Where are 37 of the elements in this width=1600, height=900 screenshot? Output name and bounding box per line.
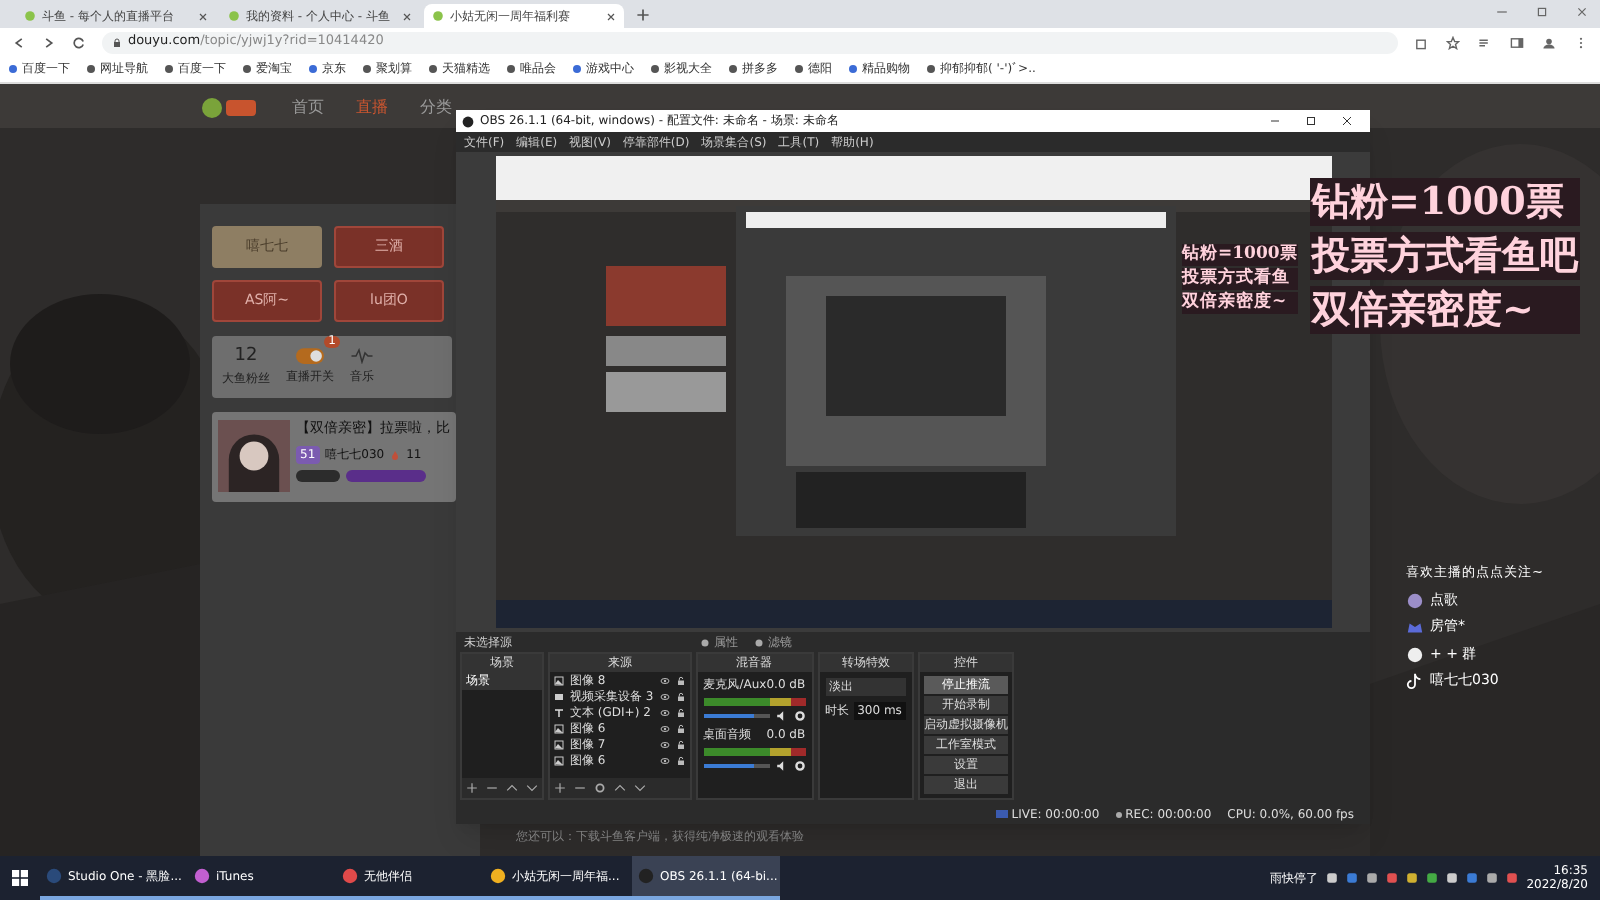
new-tab-icon[interactable]	[636, 8, 650, 22]
start-icon[interactable]	[12, 870, 28, 886]
globe-icon	[86, 64, 96, 74]
globe-icon	[572, 64, 582, 74]
profile-icon[interactable]	[1542, 35, 1557, 49]
close-icon[interactable]	[198, 11, 208, 21]
star-icon[interactable]	[1446, 35, 1461, 49]
side-panel-icon[interactable]	[1510, 35, 1525, 49]
globe-icon	[794, 64, 804, 74]
globe-icon	[926, 64, 936, 74]
globe-icon	[728, 64, 738, 74]
app-icon	[194, 868, 210, 884]
site-favicon-icon	[432, 10, 444, 22]
close-icon[interactable]	[606, 11, 616, 21]
globe-icon	[242, 64, 252, 74]
site-favicon-icon	[24, 10, 36, 22]
reload-icon[interactable]	[71, 35, 86, 49]
app-icon	[342, 868, 358, 884]
globe-icon	[8, 64, 18, 74]
lock-icon	[111, 37, 122, 47]
app-icon	[490, 868, 506, 884]
back-icon[interactable]	[12, 35, 26, 49]
globe-icon	[650, 64, 660, 74]
forward-icon[interactable]	[41, 35, 56, 49]
reading-list-icon[interactable]	[1478, 35, 1493, 49]
globe-icon	[362, 64, 372, 74]
share-icon[interactable]	[1414, 35, 1429, 49]
globe-icon	[848, 64, 858, 74]
restore-icon[interactable]	[1536, 6, 1548, 18]
globe-icon	[164, 64, 174, 74]
globe-icon	[428, 64, 438, 74]
app-icon	[638, 868, 654, 884]
globe-icon	[506, 64, 516, 74]
site-favicon-icon	[228, 10, 240, 22]
close-icon[interactable]	[402, 11, 412, 21]
globe-icon	[308, 64, 318, 74]
app-icon	[46, 868, 62, 884]
